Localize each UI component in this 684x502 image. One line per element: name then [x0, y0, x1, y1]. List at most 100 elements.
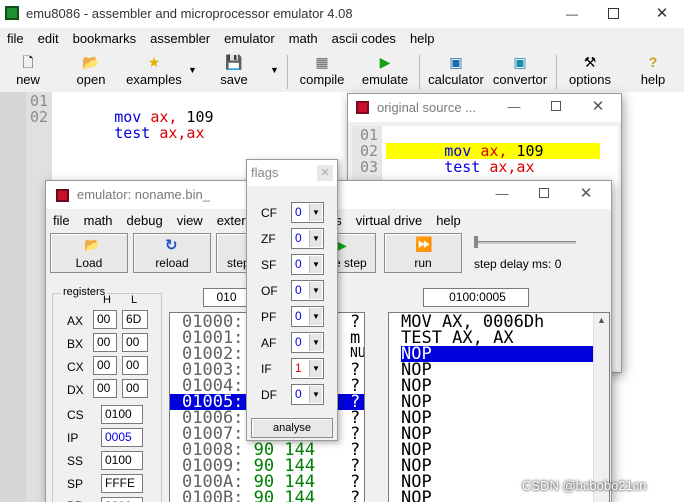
cx-low-field[interactable]: 00 — [122, 356, 148, 375]
slider-thumb[interactable] — [474, 236, 478, 248]
registers-title: registers — [61, 286, 108, 298]
convertor-button[interactable]: ▣ convertor — [490, 52, 550, 92]
toolbar: 🗋 new 📂 open ★ examples ▼ 💾 save ▼ ▦ com… — [0, 50, 684, 92]
minimize-icon[interactable]: — — [492, 184, 512, 204]
disasm-scrollbar[interactable]: ▲ — [593, 313, 609, 502]
flag-row: AF 0 ▼ — [247, 332, 335, 354]
folder-icon: 📂 — [82, 54, 100, 70]
flags-titlebar: flags ✕ — [247, 160, 337, 186]
save-dropdown-icon[interactable]: ▼ — [270, 65, 279, 75]
address-field-right[interactable]: 0100:0005 — [423, 288, 529, 307]
disassembly-list[interactable]: MOV AX, 0006Dh TEST AX, AX NOP NOP NOP NOP NOP… — [388, 312, 610, 502]
load-button[interactable]: 📂 Load — [50, 233, 128, 273]
menu-help[interactable]: help — [403, 29, 442, 49]
sp-field[interactable]: FFFE — [101, 474, 143, 493]
sp-label: SP — [67, 477, 84, 491]
line-number: 03 — [360, 158, 379, 176]
ss-field[interactable]: 0100 — [101, 451, 143, 470]
options-button[interactable]: ⚒ options — [562, 52, 618, 92]
bx-high-field[interactable]: 00 — [93, 333, 117, 352]
menu-bookmarks[interactable]: bookmarks — [66, 29, 144, 49]
analyse-button[interactable]: analyse — [251, 418, 333, 438]
disasm-row[interactable]: NOP — [401, 490, 432, 502]
ax-high-field[interactable]: 00 — [93, 310, 117, 329]
close-icon[interactable]: ✕ — [588, 97, 608, 117]
flag-select-if[interactable]: 1 ▼ — [291, 358, 324, 379]
emu-menu-virtual-drive[interactable]: virtual drive — [349, 211, 429, 231]
memory-row[interactable]: 0100B: 90 144 — [182, 490, 315, 502]
play-icon: ▶ — [379, 54, 391, 70]
single-step-button[interactable]: ▶ e step — [334, 233, 376, 273]
scroll-up-icon[interactable]: ▲ — [597, 315, 606, 325]
tools-icon: ⚒ — [583, 54, 597, 70]
minimize-icon[interactable]: — — [504, 97, 524, 117]
examples-button[interactable]: ★ examples — [124, 52, 184, 92]
run-icon: ⏩ — [415, 236, 433, 252]
cx-label: CX — [67, 360, 84, 374]
menu-ascii-codes[interactable]: ascii codes — [325, 29, 403, 49]
reload-button[interactable]: ↻ reload — [133, 233, 211, 273]
maximize-icon[interactable] — [534, 184, 554, 204]
flag-select-sf[interactable]: 0 ▼ — [291, 254, 324, 275]
cx-high-field[interactable]: 00 — [93, 356, 117, 375]
flag-select-df[interactable]: 0 ▼ — [291, 384, 324, 405]
window-title: emu8086 - assembler and microprocessor e… — [26, 6, 353, 21]
flag-select-pf[interactable]: 0 ▼ — [291, 306, 324, 327]
menu-emulator[interactable]: emulator — [217, 29, 282, 49]
folder-icon: 📂 — [84, 237, 101, 252]
run-button[interactable]: ⏩ run — [384, 233, 462, 273]
maximize-icon[interactable] — [608, 8, 619, 19]
calculator-button[interactable]: ▣ calculator — [424, 52, 488, 92]
high-byte-label: H — [103, 294, 111, 306]
dx-low-field[interactable]: 00 — [122, 379, 148, 398]
emu-menu-debug[interactable]: debug — [120, 211, 170, 231]
address-field-left[interactable]: 010 — [203, 288, 247, 307]
emu-menu-help[interactable]: help — [429, 211, 468, 231]
new-file-icon: 🗋 — [22, 54, 34, 70]
registers-group: registers H L AX 00 6D BX 00 00 CX 00 00… — [52, 286, 162, 502]
emu-menu-math[interactable]: math — [77, 211, 120, 231]
close-icon[interactable]: ✕ — [317, 165, 333, 181]
flag-select-af[interactable]: 0 ▼ — [291, 332, 324, 353]
emulate-button[interactable]: ▶ emulate — [358, 52, 412, 92]
maximize-icon[interactable] — [546, 97, 566, 117]
emu-menu-file[interactable]: file — [46, 211, 77, 231]
flag-select-zf[interactable]: 0 ▼ — [291, 228, 324, 249]
flags-title: flags — [251, 165, 279, 180]
dx-high-field[interactable]: 00 — [93, 379, 117, 398]
help-icon: ? — [648, 54, 658, 70]
minimize-icon[interactable]: — — [562, 4, 582, 24]
chevron-down-icon: ▼ — [309, 360, 322, 377]
examples-dropdown-icon[interactable]: ▼ — [188, 65, 197, 75]
line-number: 01 — [360, 126, 379, 144]
save-button[interactable]: 💾 save — [212, 52, 256, 92]
compile-icon: ▦ — [315, 54, 329, 70]
emu-menu-view[interactable]: view — [170, 211, 210, 231]
menu-edit[interactable]: edit — [31, 29, 66, 49]
flag-select-cf[interactable]: 0 ▼ — [291, 202, 324, 223]
new-button[interactable]: 🗋 new — [6, 52, 50, 92]
close-icon[interactable]: ✕ — [652, 4, 672, 24]
chevron-down-icon: ▼ — [309, 386, 322, 403]
cs-field[interactable]: 0100 — [101, 405, 143, 424]
help-button[interactable]: ? help — [628, 52, 678, 92]
bp-field[interactable]: 0000 — [101, 497, 143, 502]
ax-label: AX — [67, 314, 84, 328]
step-delay-slider[interactable] — [474, 236, 578, 248]
menu-assembler[interactable]: assembler — [143, 29, 217, 49]
save-icon: 💾 — [225, 54, 243, 70]
menu-file[interactable]: file — [0, 29, 31, 49]
flag-row: SF 0 ▼ — [247, 254, 335, 276]
bx-low-field[interactable]: 00 — [122, 333, 148, 352]
open-button[interactable]: 📂 open — [64, 52, 118, 92]
ax-low-field[interactable]: 6D — [122, 310, 148, 329]
chevron-down-icon: ▼ — [309, 230, 322, 247]
flag-row: ZF 0 ▼ — [247, 228, 335, 250]
compile-button[interactable]: ▦ compile — [294, 52, 350, 92]
flag-select-of[interactable]: 0 ▼ — [291, 280, 324, 301]
toolbar-separator — [556, 55, 557, 89]
ip-field[interactable]: 0005 — [101, 428, 143, 447]
line-number: 02 — [30, 108, 49, 126]
close-icon[interactable]: ✕ — [576, 184, 596, 204]
menu-math[interactable]: math — [282, 29, 325, 49]
